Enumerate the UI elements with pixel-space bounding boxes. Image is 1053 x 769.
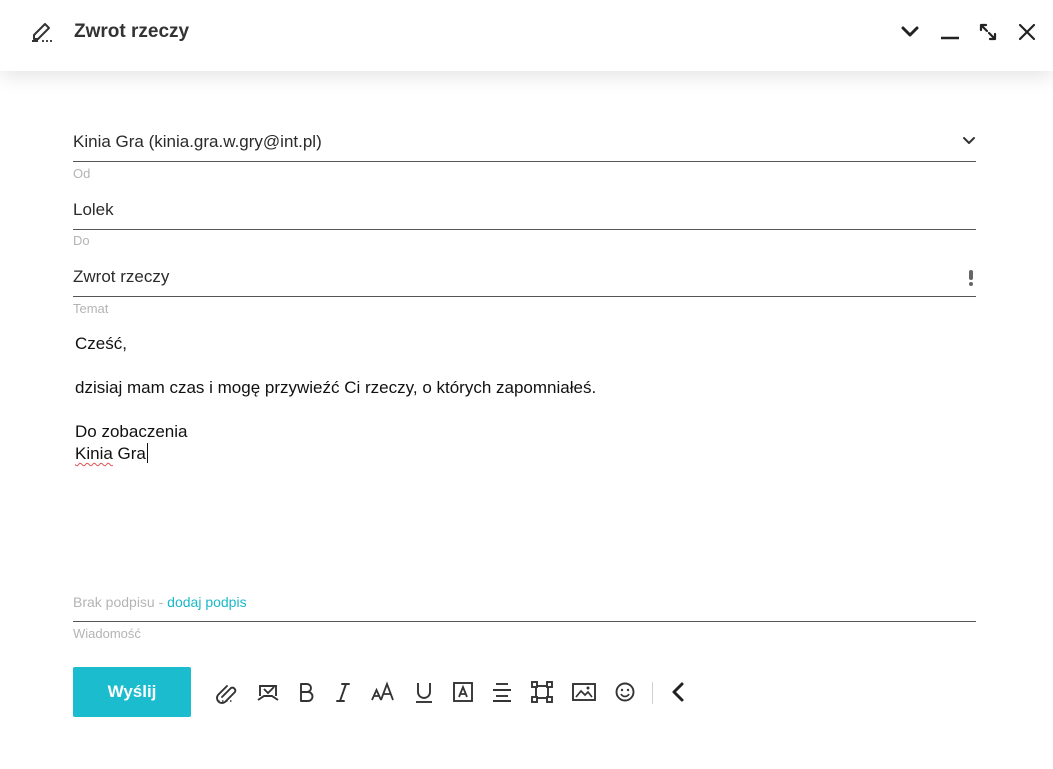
signature-row: Brak podpisu - dodaj podpis	[73, 594, 247, 610]
stamp-icon[interactable]	[255, 679, 281, 705]
from-label: Od	[73, 166, 91, 181]
emoji-icon[interactable]	[612, 679, 638, 705]
to-underline	[73, 229, 976, 230]
toolbar-divider	[652, 682, 653, 704]
misspelled-word: Kinia	[75, 444, 113, 463]
message-body[interactable]: Cześć, dzisiaj mam czas i mogę przywieźć…	[75, 333, 975, 465]
message-underline	[73, 621, 976, 622]
from-field[interactable]: Kinia Gra (kinia.gra.w.gry@int.pl) Od	[73, 128, 976, 188]
closing-text: Do zobaczenia	[75, 422, 188, 441]
signoff-surname: Gra	[112, 444, 146, 463]
underline-icon[interactable]	[411, 679, 437, 705]
to-field[interactable]: Lolek Do	[73, 196, 976, 252]
minimize-icon[interactable]	[938, 20, 962, 44]
close-icon[interactable]	[1015, 20, 1039, 44]
bold-icon[interactable]	[293, 679, 319, 705]
italic-icon[interactable]	[330, 679, 356, 705]
align-center-icon[interactable]	[489, 679, 515, 705]
greeting-text: Cześć,	[75, 334, 127, 353]
chevron-down-icon[interactable]	[898, 20, 922, 44]
body-line: dzisiaj mam czas i mogę przywieźć Ci rze…	[75, 378, 597, 397]
compose-icon	[30, 20, 56, 44]
signoff-line: Kinia Gra	[75, 443, 975, 465]
chevron-down-icon[interactable]	[962, 134, 976, 148]
attach-icon[interactable]	[214, 679, 240, 705]
compose-title: Zwrot rzeczy	[74, 21, 190, 42]
message-label: Wiadomość	[73, 626, 141, 641]
subject-field[interactable]: Zwrot rzeczy Temat	[73, 263, 976, 323]
from-value[interactable]: Kinia Gra (kinia.gra.w.gry@int.pl)	[73, 132, 322, 152]
subject-value[interactable]: Zwrot rzeczy	[73, 267, 169, 287]
expand-icon[interactable]	[976, 20, 1000, 44]
text-color-icon[interactable]	[450, 679, 476, 705]
subject-label: Temat	[73, 301, 109, 316]
signature-status: Brak podpisu -	[73, 594, 168, 610]
add-signature-link[interactable]: dodaj podpis	[167, 594, 246, 610]
to-value[interactable]: Lolek	[73, 200, 114, 220]
compose-header: Zwrot rzeczy	[0, 0, 1053, 71]
font-size-icon[interactable]	[370, 679, 396, 705]
send-button[interactable]: Wyślij	[73, 667, 191, 717]
to-label: Do	[73, 233, 90, 248]
image-icon[interactable]	[571, 679, 597, 705]
from-underline	[73, 161, 976, 162]
collapse-left-icon[interactable]	[665, 679, 691, 705]
priority-icon[interactable]	[968, 269, 974, 287]
crop-icon[interactable]	[529, 679, 555, 705]
subject-underline	[73, 296, 976, 297]
text-cursor	[146, 443, 149, 463]
